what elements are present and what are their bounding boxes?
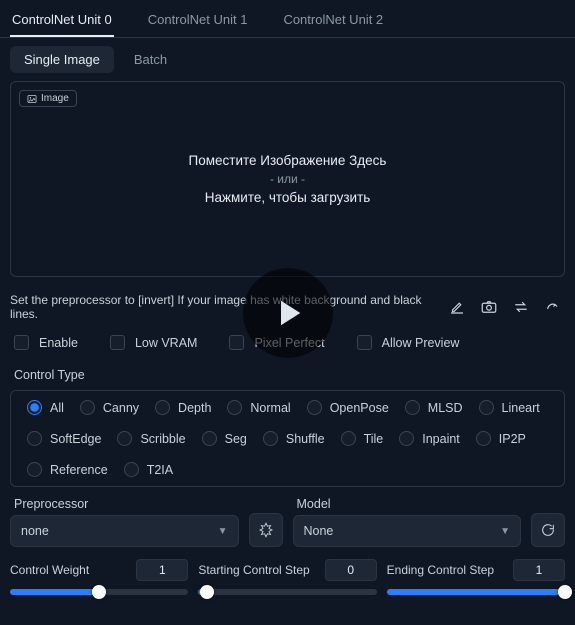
- image-badge: Image: [19, 90, 77, 107]
- radio-scribble[interactable]: Scribble: [113, 428, 189, 449]
- check-pixel-perfect[interactable]: Pixel Perfect: [229, 335, 324, 350]
- chevron-down-icon: ▼: [218, 526, 228, 537]
- radio-ip2p[interactable]: IP2P: [472, 428, 530, 449]
- tab-batch[interactable]: Batch: [120, 46, 181, 73]
- radio-t2ia[interactable]: T2IA: [120, 459, 177, 480]
- starting-step-label: Starting Control Step: [198, 563, 309, 577]
- explode-icon: [257, 521, 275, 539]
- dropzone-or: - или -: [270, 172, 305, 186]
- camera-icon: [480, 298, 498, 316]
- preprocessor-select[interactable]: none ▼: [10, 515, 239, 547]
- radio-reference[interactable]: Reference: [23, 459, 112, 480]
- control-type-label: Control Type: [0, 364, 575, 386]
- check-allow-preview[interactable]: Allow Preview: [357, 335, 460, 350]
- radio-shuffle[interactable]: Shuffle: [259, 428, 329, 449]
- model-label: Model: [293, 497, 522, 511]
- tab-single-image[interactable]: Single Image: [10, 46, 114, 73]
- starting-step-slider[interactable]: [198, 589, 376, 595]
- radio-seg[interactable]: Seg: [198, 428, 251, 449]
- radio-normal[interactable]: Normal: [223, 397, 294, 418]
- dropzone-line2: Нажмите, чтобы загрузить: [205, 190, 371, 205]
- check-enable[interactable]: Enable: [14, 335, 78, 350]
- radio-inpaint[interactable]: Inpaint: [395, 428, 464, 449]
- chevron-down-icon: ▼: [500, 526, 510, 537]
- radio-openpose[interactable]: OpenPose: [303, 397, 393, 418]
- control-weight-value[interactable]: 1: [136, 559, 188, 581]
- check-low-vram[interactable]: Low VRAM: [110, 335, 198, 350]
- hint-text: Set the preprocessor to [invert] If your…: [10, 293, 437, 321]
- swap-icon-button[interactable]: [509, 295, 533, 319]
- camera-icon-button[interactable]: [477, 295, 501, 319]
- radio-mlsd[interactable]: MLSD: [401, 397, 467, 418]
- edit-icon: [448, 298, 466, 316]
- ending-step-slider[interactable]: [387, 589, 565, 595]
- edit-icon-button[interactable]: [445, 295, 469, 319]
- control-weight-label: Control Weight: [10, 563, 89, 577]
- dropzone-line1: Поместите Изображение Здесь: [189, 153, 387, 168]
- refresh-icon: [540, 522, 556, 538]
- preprocessor-label: Preprocessor: [10, 497, 239, 511]
- radio-softedge[interactable]: SoftEdge: [23, 428, 105, 449]
- starting-step-value[interactable]: 0: [325, 559, 377, 581]
- tab-unit-0[interactable]: ControlNet Unit 0: [10, 6, 114, 37]
- ending-step-label: Ending Control Step: [387, 563, 494, 577]
- radio-depth[interactable]: Depth: [151, 397, 215, 418]
- ending-step-value[interactable]: 1: [513, 559, 565, 581]
- swap-icon: [512, 298, 530, 316]
- model-select[interactable]: None ▼: [293, 515, 522, 547]
- control-weight-slider[interactable]: [10, 589, 188, 595]
- explode-button[interactable]: [249, 513, 283, 547]
- image-dropzone[interactable]: Image Поместите Изображение Здесь - или …: [10, 81, 565, 277]
- tab-unit-1[interactable]: ControlNet Unit 1: [146, 6, 250, 37]
- radio-tile[interactable]: Tile: [337, 428, 388, 449]
- undo-icon: [544, 298, 562, 316]
- image-icon: [27, 94, 37, 104]
- refresh-button[interactable]: [531, 513, 565, 547]
- radio-canny[interactable]: Canny: [76, 397, 143, 418]
- tab-unit-2[interactable]: ControlNet Unit 2: [281, 6, 385, 37]
- radio-lineart[interactable]: Lineart: [475, 397, 544, 418]
- undo-icon-button[interactable]: [541, 295, 565, 319]
- radio-all[interactable]: All: [23, 397, 68, 418]
